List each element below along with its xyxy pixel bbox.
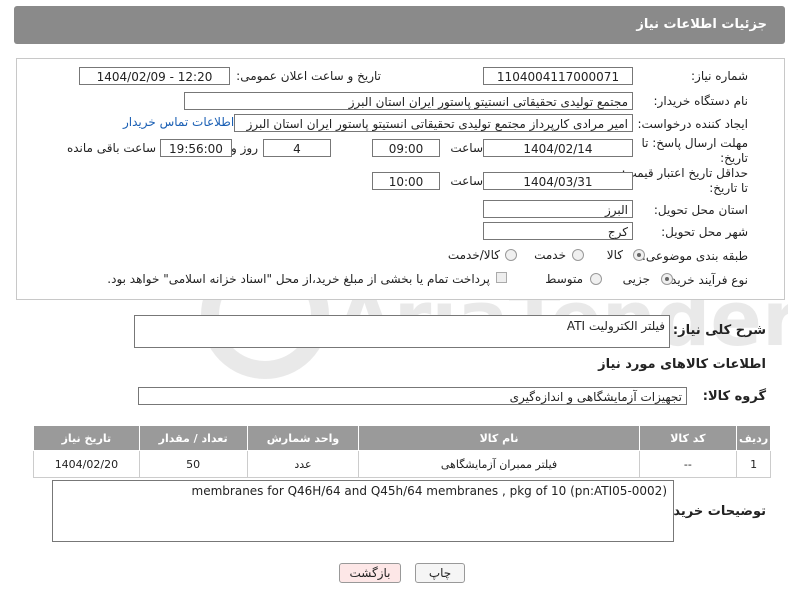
price-date-field: 1404/03/31 [483,172,633,190]
reply-deadline-label: مهلت ارسال پاسخ: تا [641,136,748,150]
cell-row-number: 1 [736,450,771,478]
requester-field: امیر مرادی کارپرداز مجتمع تولیدی تحقیقات… [234,114,633,132]
process-minor-label: جزیی [622,272,650,286]
col-row-header: ردیف [736,425,771,451]
cell-unit: عدد [246,450,360,478]
items-table: ردیف کد کالا نام کالا واحد شمارش تعداد /… [33,425,771,478]
back-button[interactable]: بازگشت [339,563,401,583]
col-unit-header: واحد شمارش [246,425,360,451]
category-goods-label: کالا [606,248,623,262]
need-number-label: شماره نیاز: [691,69,748,83]
treasury-payment-checkbox[interactable] [496,272,507,283]
price-time-label: ساعت [450,174,483,188]
process-medium-label: متوسط [545,272,583,286]
treasury-payment-note: پرداخت تمام یا بخشی از مبلغ خرید،از محل … [107,272,490,286]
goods-group-field: تجهیزات آزمایشگاهی و اندازه‌گیری [138,387,687,405]
buyer-contact-link[interactable]: اطلاعات تماس خریدار [123,115,234,129]
col-date-header: تاریخ نیاز [33,425,140,451]
price-deadline-label-2: تا تاریخ: [709,181,748,195]
cell-name: فیلتر ممبران آزمایشگاهی [358,450,640,478]
reply-time-label: ساعت [450,141,483,155]
summary-field: فیلتر الکترولیت ATI [134,315,670,348]
process-medium-radio[interactable] [590,273,602,285]
category-label: طبقه بندی موضوعی: [641,249,748,263]
city-label: شهر محل تحویل: [661,225,748,239]
buyer-org-field: مجتمع تولیدی تحقیقاتی انستیتو پاستور ایر… [184,92,633,110]
page-title: جزئیات اطلاعات نیاز [636,17,767,32]
process-minor-radio[interactable] [661,273,673,285]
province-label: استان محل تحویل: [653,203,748,217]
days-label: روز و [231,141,258,155]
days-field: 4 [263,139,331,157]
cell-need-date: 1404/02/20 [33,450,140,478]
announce-field: 1404/02/09 - 12:20 [79,67,230,85]
remaining-time-label: ساعت باقی مانده [66,141,156,155]
remaining-time-field: 19:56:00 [160,139,232,157]
print-button[interactable]: چاپ [415,563,465,583]
col-name-header: نام کالا [358,425,640,451]
summary-label: شرح کلی نیاز: [672,323,766,338]
requester-label: ایجاد کننده درخواست: [637,117,748,131]
price-deadline-label: حداقل تاریخ اعتبار قیمت: [621,166,748,180]
category-goods-radio[interactable] [633,249,645,261]
buyer-notes-text: membranes for Q46H/64 and Q45h/64 membra… [191,484,667,498]
province-field: البرز [483,200,633,218]
announce-label: تاریخ و ساعت اعلان عمومی: [236,69,381,83]
goods-group-label: گروه کالا: [702,389,766,404]
category-service-radio[interactable] [572,249,584,261]
process-label: نوع فرآیند خرید : [663,273,748,287]
table-row: 1 -- فیلتر ممبران آزمایشگاهی عدد 50 1404… [33,450,771,478]
price-time-field: 10:00 [372,172,440,190]
table-header-row: ردیف کد کالا نام کالا واحد شمارش تعداد /… [33,425,771,451]
category-goods-service-radio[interactable] [505,249,517,261]
category-goods-service-label: کالا/خدمت [447,248,500,262]
city-field: کرج [483,222,633,240]
reply-date-field: 1404/02/14 [483,139,633,157]
buyer-notes-field: membranes for Q46H/64 and Q45h/64 membra… [52,480,674,542]
need-number-field: 1104004117000071 [483,67,633,85]
reply-deadline-label-2: تاریخ: [720,151,748,165]
goods-section-title: اطلاعات کالاهای مورد نیاز [598,357,766,372]
col-qty-header: تعداد / مقدار [138,425,248,451]
col-code-header: کد کالا [638,425,738,451]
page-header: جزئیات اطلاعات نیاز [14,6,785,44]
cell-code: -- [638,450,738,478]
reply-time-field: 09:00 [372,139,440,157]
buyer-org-label: نام دستگاه خریدار: [653,94,749,108]
category-service-label: خدمت [534,248,566,262]
cell-quantity: 50 [138,450,248,478]
